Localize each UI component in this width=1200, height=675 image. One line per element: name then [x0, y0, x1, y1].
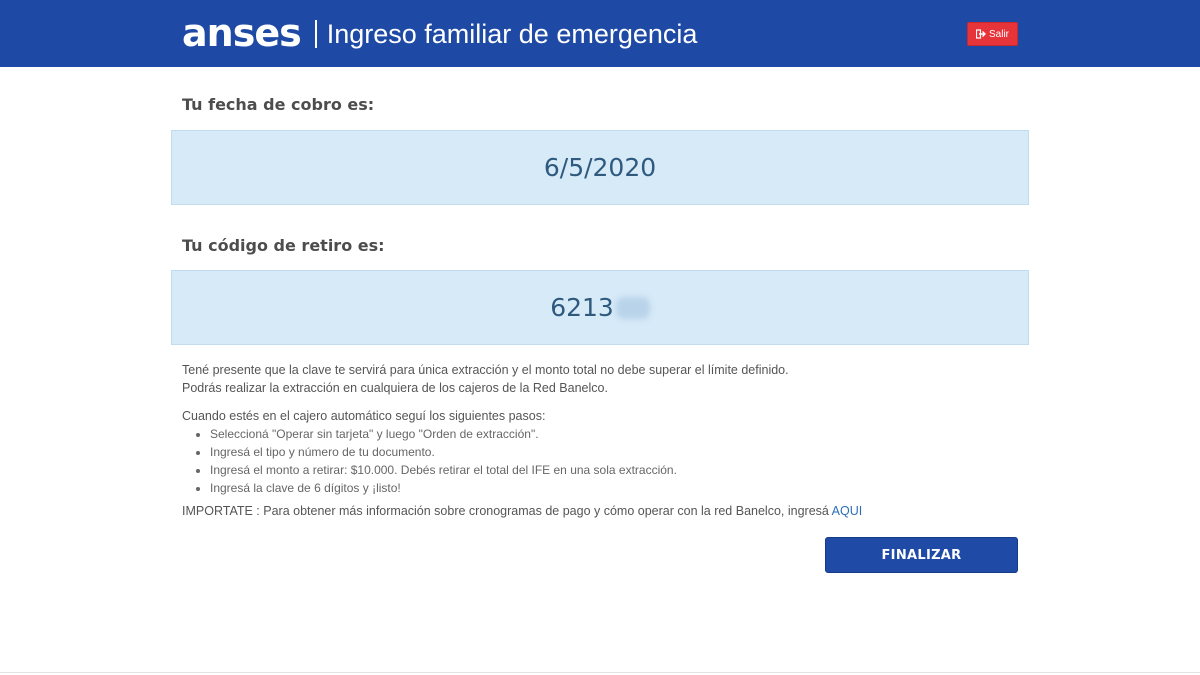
- withdrawal-code-box: 6213: [171, 270, 1029, 345]
- important-text: IMPORTATE : Para obtener más información…: [182, 504, 832, 518]
- withdrawal-code-value: 6213: [550, 293, 614, 322]
- anses-logo: anses: [182, 11, 302, 55]
- list-item: Ingresá el monto a retirar: $10.000. Deb…: [210, 461, 677, 479]
- exit-button[interactable]: Salir: [967, 22, 1018, 46]
- payment-date-value: 6/5/2020: [543, 153, 657, 182]
- more-info-link[interactable]: AQUI: [832, 504, 863, 518]
- app-title: Ingreso familiar de emergencia: [326, 18, 698, 49]
- payment-date-box: 6/5/2020: [171, 130, 1029, 205]
- steps-intro: Cuando estés en el cajero automático seg…: [182, 409, 546, 423]
- info-line-1: Tené presente que la clave te servirá pa…: [182, 363, 789, 377]
- footer-divider: [0, 672, 1200, 673]
- list-item: Ingresá la clave de 6 dígitos y ¡listo!: [210, 479, 677, 497]
- list-item: Seleccioná "Operar sin tarjeta" y luego …: [210, 425, 677, 443]
- exit-icon: [975, 29, 986, 39]
- top-header: anses Ingreso familiar de emergencia Sal…: [0, 0, 1200, 67]
- brand: anses Ingreso familiar de emergencia: [182, 8, 697, 58]
- exit-button-label: Salir: [988, 28, 1009, 40]
- info-line-2: Podrás realizar la extracción en cualqui…: [182, 381, 608, 395]
- list-item: Ingresá el tipo y número de tu documento…: [210, 443, 677, 461]
- title-separator: [314, 20, 317, 48]
- finish-button[interactable]: FINALIZAR: [825, 537, 1018, 573]
- steps-list: Seleccioná "Operar sin tarjeta" y luego …: [196, 425, 677, 497]
- info-notice: Tené presente que la clave te servirá pa…: [182, 361, 882, 397]
- withdrawal-code-label: Tu código de retiro es:: [182, 236, 385, 255]
- redacted-digits: [615, 296, 650, 319]
- important-note: IMPORTATE : Para obtener más información…: [182, 502, 862, 520]
- payment-date-label: Tu fecha de cobro es:: [182, 95, 375, 114]
